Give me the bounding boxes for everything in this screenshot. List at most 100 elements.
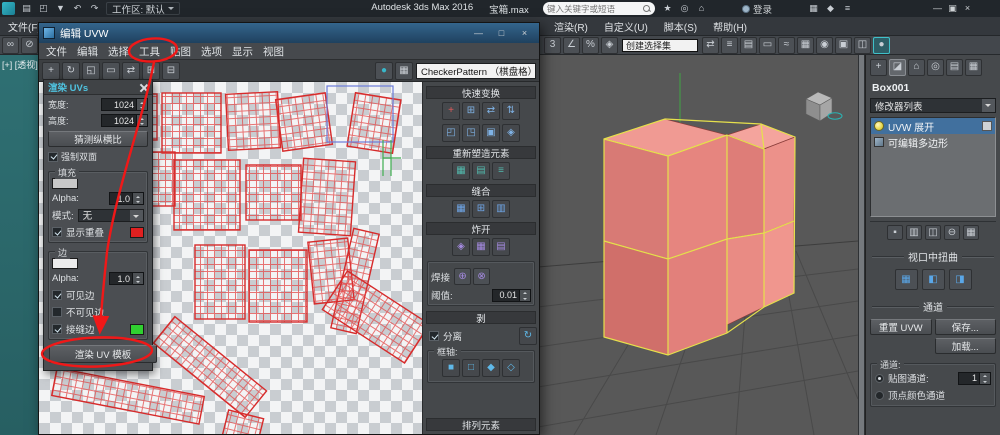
space-vertical-icon[interactable]: ◳ [462, 124, 480, 142]
percent-snap-icon[interactable]: % [582, 37, 599, 54]
width-input[interactable] [101, 98, 137, 111]
workspace-selector[interactable]: 工作区: 默认 [106, 2, 180, 15]
height-input[interactable] [101, 114, 137, 127]
uv-island[interactable] [174, 160, 240, 230]
redo-icon[interactable]: ↷ [87, 2, 102, 15]
schematic-view-icon[interactable]: ▦ [797, 37, 814, 54]
infocenter-icon[interactable]: ◎ [677, 2, 692, 15]
spinner-down-icon[interactable] [980, 378, 990, 384]
object-name[interactable]: Box001 [870, 82, 996, 94]
reset-uvw-button[interactable]: 重置 UVW [870, 319, 932, 335]
reset-peel-icon[interactable]: ↻ [519, 327, 537, 345]
force-2-sided-checkbox[interactable] [48, 152, 58, 162]
straighten-icon[interactable]: ≡ [492, 162, 510, 180]
edge-to-seam-icon[interactable]: ◆ [482, 359, 500, 377]
render-uvs-titlebar[interactable]: 渲染 UVs [44, 80, 152, 95]
uv-island[interactable] [222, 410, 263, 434]
rollout-quick-transform[interactable]: 快速变换 [426, 86, 536, 99]
angle-snap-icon[interactable]: ∠ [563, 37, 580, 54]
utilities-tab-icon[interactable]: ▦ [965, 59, 982, 76]
minimize-button[interactable]: — [468, 26, 489, 40]
modifier-stack-row-editable-poly[interactable]: 可编辑多边形 [871, 134, 995, 150]
scale-icon[interactable]: ◱ [82, 62, 100, 80]
rescale-icon[interactable]: ◈ [502, 124, 520, 142]
make-unique-icon[interactable]: ◫ [925, 225, 941, 240]
show-end-result-icon[interactable]: ▥ [906, 225, 922, 240]
model-face[interactable] [727, 135, 764, 239]
space-horizontal-icon[interactable]: ◰ [442, 124, 460, 142]
model-face[interactable] [764, 221, 794, 307]
spinner-down-icon[interactable] [133, 279, 143, 285]
render-uv-template-button[interactable]: 渲染 UV 模板 [49, 345, 157, 363]
command-panel-scrollbar[interactable] [858, 55, 865, 435]
spinner-down-icon[interactable] [137, 121, 147, 127]
shrink-selection-icon[interactable]: ⊟ [162, 62, 180, 80]
stitch-custom-icon[interactable]: ▦ [452, 200, 470, 218]
normalize-icon[interactable]: ▣ [482, 124, 500, 142]
select-and-link-icon[interactable]: ∞ [2, 37, 19, 54]
unlink-selection-icon[interactable]: ⊘ [21, 37, 38, 54]
vertex-color-radio[interactable] [875, 391, 884, 400]
flatten-by-face-icon[interactable]: ▦ [472, 238, 490, 256]
viewport-label[interactable]: [+] [透视] [线框] [0, 55, 38, 71]
uv-island[interactable] [226, 92, 281, 151]
menu-file[interactable]: 文件 [41, 44, 72, 59]
grow-selection-icon[interactable]: ⊞ [142, 62, 160, 80]
menu-customize[interactable]: 自定义(U) [596, 19, 656, 34]
fill-color-swatch[interactable] [52, 178, 78, 189]
menu-edit[interactable]: 编辑 [72, 44, 103, 59]
restore-button[interactable]: ▣ [945, 2, 960, 15]
menu-options[interactable]: 选项 [196, 44, 227, 59]
model-box001[interactable] [604, 119, 795, 355]
freeform-mode-icon[interactable]: ▭ [102, 62, 120, 80]
remove-modifier-icon[interactable]: ⊖ [944, 225, 960, 240]
edge-alpha-input[interactable] [109, 272, 133, 285]
guess-aspect-button[interactable]: 猜测纵横比 [48, 131, 148, 147]
render-setup-icon[interactable]: ▣ [835, 37, 852, 54]
threshold-input[interactable] [492, 289, 520, 302]
distortion-area-icon[interactable]: ◨ [949, 269, 972, 290]
menu-file-main[interactable]: 文件(F) [0, 23, 38, 34]
uv-island[interactable] [298, 158, 355, 235]
edge-color-swatch[interactable] [52, 258, 78, 269]
overlap-color-swatch[interactable] [130, 227, 144, 238]
menu-select[interactable]: 选择 [103, 44, 134, 59]
snap-icon[interactable]: ● [375, 62, 393, 80]
rollout-peel[interactable]: 剥 [426, 311, 536, 324]
visible-edges-checkbox[interactable] [52, 290, 62, 300]
linear-align-horizontal-icon[interactable]: ⇄ [482, 102, 500, 120]
layer-manager-icon[interactable]: ▤ [740, 37, 757, 54]
menu-rendering[interactable]: 渲染(R) [546, 19, 596, 34]
peel-mode-icon[interactable]: ◇ [502, 359, 520, 377]
undo-icon[interactable]: ↶ [70, 2, 85, 15]
named-selection-set-combo[interactable] [622, 39, 698, 52]
save-file-icon[interactable]: ▼ [53, 2, 68, 15]
close-button[interactable]: × [960, 2, 975, 15]
visibility-bulb-icon[interactable] [874, 121, 884, 131]
seam-color-swatch[interactable] [130, 324, 144, 335]
curve-editor-icon[interactable]: ≈ [778, 37, 795, 54]
flatten-by-material-icon[interactable]: ▤ [492, 238, 510, 256]
weld-all-icon[interactable]: ⊗ [473, 268, 490, 285]
notification-icon[interactable]: ◆ [823, 2, 838, 15]
close-button[interactable]: × [514, 26, 535, 40]
spinner-down-icon[interactable] [133, 199, 143, 205]
invisible-edges-checkbox[interactable] [52, 307, 62, 317]
rollout-distortion[interactable]: 视口中扭曲 [872, 249, 994, 264]
uv-island[interactable] [162, 93, 221, 153]
uv-island[interactable] [52, 368, 205, 424]
left-viewport[interactable]: [+] [透视] [线框] [0, 55, 38, 435]
minimize-button[interactable]: — [930, 2, 945, 15]
new-scene-icon[interactable]: ▤ [19, 2, 34, 15]
sign-in-button[interactable]: 登录 [742, 2, 772, 16]
relax-until-flat-icon[interactable]: ▦ [452, 162, 470, 180]
model-face[interactable] [764, 137, 795, 233]
configure-modifier-sets-icon[interactable]: ▦ [963, 225, 979, 240]
model-face[interactable] [604, 241, 668, 355]
maximize-button[interactable]: □ [491, 26, 512, 40]
edit-uvw-titlebar[interactable]: 编辑 UVW —□× [39, 23, 539, 43]
rollout-stitch[interactable]: 缝合 [426, 184, 536, 197]
uv-island[interactable] [276, 93, 333, 151]
spinner-down-icon[interactable] [137, 105, 147, 111]
close-icon[interactable] [139, 83, 148, 92]
